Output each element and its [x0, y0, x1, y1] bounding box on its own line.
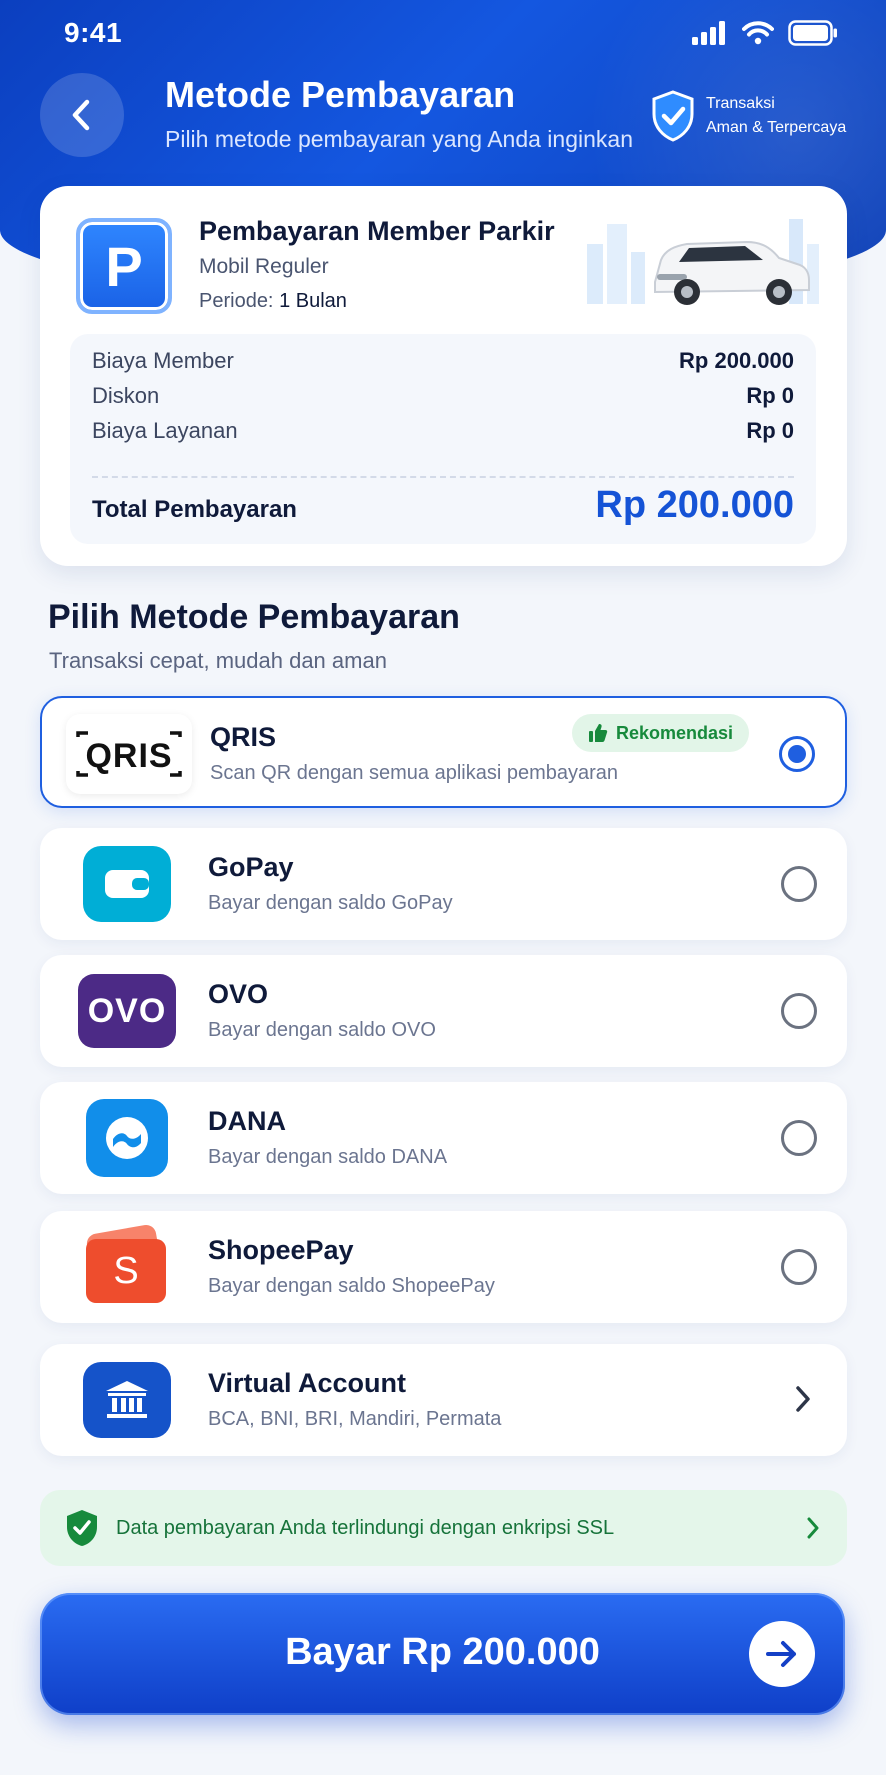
- radio-unselected[interactable]: [781, 866, 817, 902]
- ovo-logo-text: OVO: [78, 974, 176, 1048]
- shopeepay-logo-text: S: [86, 1239, 166, 1303]
- chevron-left-icon: [72, 99, 90, 131]
- fee-value: Rp 200.000: [679, 348, 794, 373]
- recommended-badge: Rekomendasi: [572, 714, 750, 752]
- fee-row: Diskon Rp 0: [92, 383, 794, 409]
- shield-check-icon: [67, 1510, 97, 1546]
- thumbs-up-icon: [589, 724, 608, 742]
- total-value: Rp 200.000: [595, 484, 794, 526]
- status-bar: 9:41: [0, 0, 886, 66]
- fee-label: Biaya Layanan: [92, 418, 238, 443]
- payment-method-ovo[interactable]: OVO OVO Bayar dengan saldo OVO: [40, 955, 847, 1067]
- method-name: OVO: [208, 979, 269, 1009]
- radio-selected[interactable]: [779, 736, 815, 772]
- page-title: Metode Pembayaran: [165, 74, 516, 115]
- dana-logo: [64, 1098, 190, 1178]
- fee-label: Biaya Member: [92, 348, 234, 373]
- status-icons: [692, 20, 838, 46]
- method-name: Virtual Account: [208, 1368, 407, 1398]
- shopeepay-bag-icon: S: [64, 1223, 190, 1307]
- status-time: 9:41: [64, 17, 123, 48]
- method-name: ShopeePay: [208, 1235, 354, 1265]
- back-button[interactable]: [40, 73, 124, 157]
- signal-icon: [692, 21, 725, 45]
- wifi-icon: [742, 21, 774, 45]
- trust-line-1: Transaksi: [706, 95, 775, 112]
- period-value: 1 Bulan: [279, 290, 347, 312]
- radio-unselected[interactable]: [781, 1120, 817, 1156]
- payment-method-gopay[interactable]: GoPay Bayar dengan saldo GoPay: [40, 828, 847, 940]
- qris-logo: QRIS: [66, 714, 192, 794]
- method-name: DANA: [208, 1106, 286, 1136]
- fee-value: Rp 0: [746, 383, 794, 408]
- shield-check-icon: [652, 90, 694, 142]
- summary-period: Periode: 1 Bulan: [199, 290, 347, 313]
- radio-unselected[interactable]: [781, 993, 817, 1029]
- pay-button[interactable]: Bayar Rp 200.000: [40, 1593, 845, 1715]
- method-desc: Bayar dengan saldo ShopeePay: [208, 1275, 495, 1297]
- payment-method-dana[interactable]: DANA Bayar dengan saldo DANA: [40, 1082, 847, 1194]
- battery-icon: [788, 20, 837, 46]
- period-label: Periode:: [199, 290, 274, 312]
- method-name: QRIS: [210, 722, 277, 752]
- chevron-right-icon: [807, 1517, 819, 1539]
- page-subtitle: Pilih metode pembayaran yang Anda ingink…: [165, 126, 633, 152]
- ovo-logo: OVO: [64, 971, 190, 1051]
- trust-text: Transaksi Aman & Terpercaya: [706, 92, 846, 140]
- summary-title: Pembayaran Member Parkir: [199, 216, 555, 246]
- chevron-right-icon[interactable]: [793, 1384, 813, 1414]
- payment-summary-card: P Pembayaran Member Parkir Mobil Reguler…: [40, 186, 847, 566]
- summary-vehicle: Mobil Reguler: [199, 255, 329, 278]
- car-illustration: [587, 219, 819, 305]
- radio-unselected[interactable]: [781, 1249, 817, 1285]
- methods-title: Pilih Metode Pembayaran: [48, 598, 460, 636]
- fee-label: Diskon: [92, 383, 160, 408]
- payment-method-shopeepay[interactable]: S ShopeePay Bayar dengan saldo ShopeePay: [40, 1211, 847, 1323]
- badge-label: Rekomendasi: [616, 722, 734, 743]
- bank-icon: [64, 1360, 190, 1440]
- qris-logo-text: QRIS: [85, 737, 172, 775]
- method-desc: BCA, BNI, BRI, Mandiri, Permata: [208, 1408, 502, 1430]
- method-desc: Bayar dengan saldo OVO: [208, 1019, 436, 1041]
- ssl-notice[interactable]: Data pembayaran Anda terlindungi dengan …: [40, 1490, 847, 1566]
- fee-divider: [92, 476, 794, 478]
- methods-subtitle: Transaksi cepat, mudah dan aman: [49, 648, 387, 673]
- fee-row: Biaya Member Rp 200.000: [92, 348, 794, 374]
- fee-breakdown: Biaya Member Rp 200.000 Diskon Rp 0 Biay…: [70, 334, 816, 544]
- fee-row: Biaya Layanan Rp 0: [92, 418, 794, 444]
- payment-method-virtual-account[interactable]: Virtual Account BCA, BNI, BRI, Mandiri, …: [40, 1344, 847, 1456]
- gopay-wallet-icon: [64, 844, 190, 924]
- method-desc: Scan QR dengan semua aplikasi pembayaran: [210, 762, 619, 784]
- trust-badge: Transaksi Aman & Terpercaya: [650, 90, 846, 142]
- qris-logo-mark: QRIS: [76, 731, 182, 777]
- pay-button-label: Bayar Rp 200.000: [285, 1631, 600, 1673]
- method-desc: Bayar dengan saldo DANA: [208, 1146, 448, 1168]
- trust-line-2: Aman & Terpercaya: [706, 119, 847, 136]
- method-name: GoPay: [208, 852, 294, 882]
- parking-icon: P: [76, 218, 172, 314]
- total-label: Total Pembayaran: [92, 496, 297, 523]
- fee-value: Rp 0: [746, 418, 794, 443]
- method-desc: Bayar dengan saldo GoPay: [208, 892, 453, 914]
- ssl-notice-text: Data pembayaran Anda terlindungi dengan …: [116, 1516, 615, 1539]
- arrow-right-icon: [749, 1621, 815, 1687]
- payment-method-qris[interactable]: QRIS QRIS Scan QR dengan semua aplikasi …: [40, 696, 847, 808]
